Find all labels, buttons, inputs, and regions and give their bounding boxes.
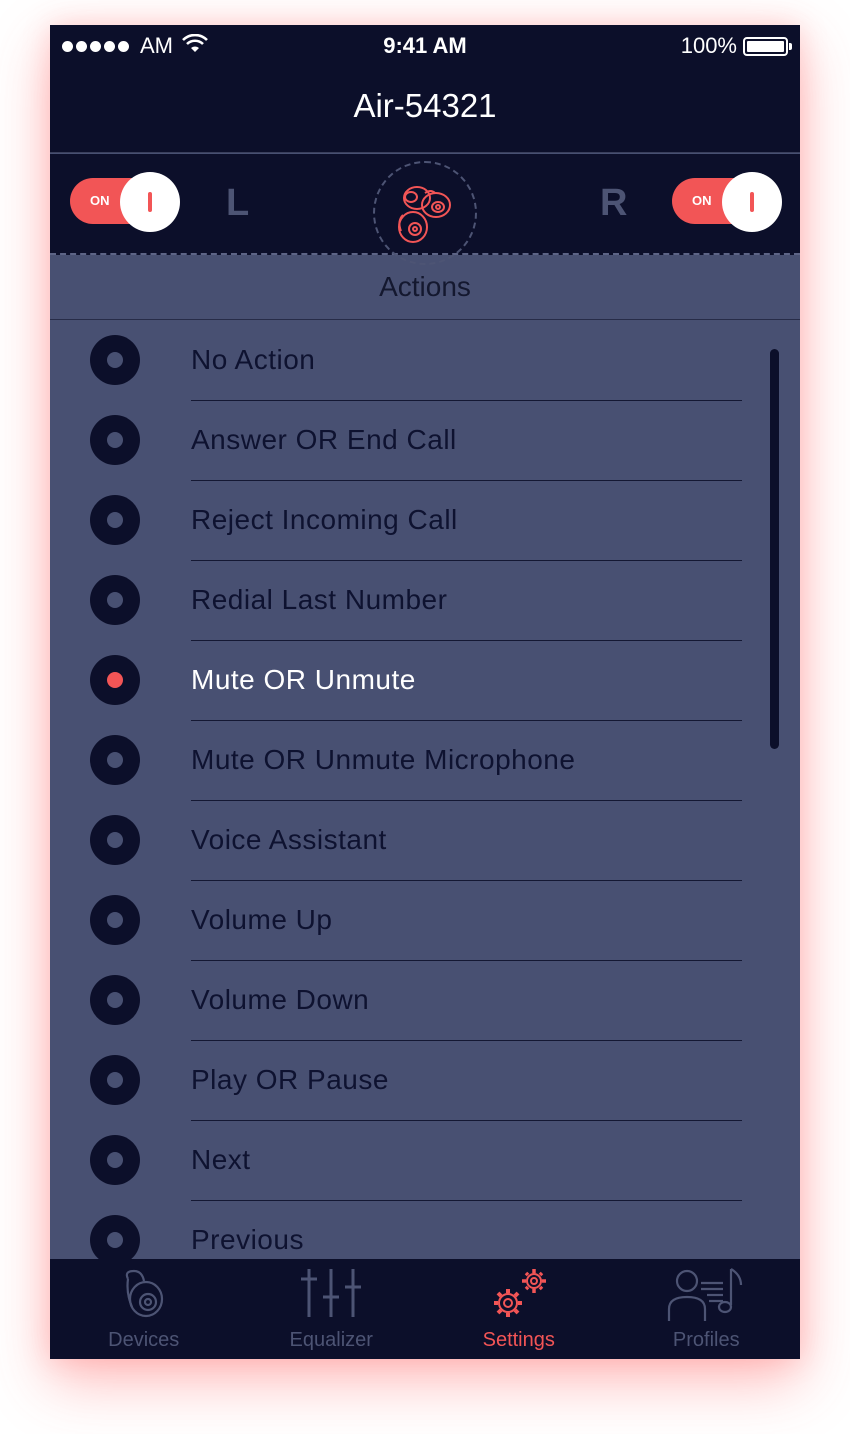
tab-label: Settings: [482, 1329, 555, 1351]
tab-bar: Devices Equalizer Settings Profiles: [50, 1259, 800, 1359]
action-option[interactable]: No Action: [50, 321, 800, 401]
radio-indicator: [107, 592, 123, 608]
action-option-label: Voice Assistant: [191, 824, 387, 855]
radio-indicator: [107, 752, 123, 768]
right-earbud-toggle[interactable]: ON: [672, 172, 782, 232]
navigation-bar: Air-54321: [50, 65, 800, 153]
action-option-label: Answer OR End Call: [191, 424, 457, 455]
radio-indicator: [107, 832, 123, 848]
action-option-label: Mute OR Unmute Microphone: [191, 744, 576, 775]
action-option[interactable]: Mute OR Unmute Microphone: [50, 721, 800, 801]
action-option[interactable]: Play OR Pause: [50, 1041, 800, 1121]
status-right: 100%: [680, 33, 792, 59]
tab-label: Devices: [108, 1329, 180, 1351]
action-option-label: Mute OR Unmute: [191, 664, 416, 695]
right-toggle-knob[interactable]: [722, 172, 782, 232]
radio-indicator: [107, 1072, 123, 1088]
action-option-label: No Action: [191, 344, 316, 375]
right-side-label: R: [600, 182, 628, 224]
action-option[interactable]: Mute OR Unmute: [50, 641, 800, 721]
phone-screen: AM 9:41 AM 100% Air-54321 ON L R ON Acti…: [50, 25, 800, 1359]
tab-label: Equalizer: [289, 1329, 373, 1351]
radio-button[interactable]: [90, 575, 140, 625]
radio-button[interactable]: [90, 415, 140, 465]
radio-button[interactable]: [90, 1055, 140, 1105]
device-selector: ON L R ON: [50, 154, 800, 265]
radio-button[interactable]: [90, 1215, 140, 1259]
radio-indicator: [107, 672, 123, 688]
radio-indicator: [107, 352, 123, 368]
action-option[interactable]: Next: [50, 1121, 800, 1201]
tab-equalizer[interactable]: Equalizer: [238, 1259, 426, 1359]
battery-percent: 100%: [680, 33, 737, 58]
radio-button[interactable]: [90, 655, 140, 705]
earbud-icon: [114, 1263, 174, 1328]
tab-profiles[interactable]: Profiles: [613, 1259, 801, 1359]
left-toggle-knob[interactable]: [120, 172, 180, 232]
radio-indicator: [107, 992, 123, 1008]
tab-settings[interactable]: Settings: [425, 1259, 613, 1359]
status-bar: AM 9:41 AM 100%: [50, 25, 800, 65]
radio-indicator: [107, 432, 123, 448]
actions-list[interactable]: No Action Answer OR End Call Reject Incomi…: [50, 321, 800, 1259]
radio-indicator: [107, 1232, 123, 1248]
tab-devices[interactable]: Devices: [50, 1259, 238, 1359]
radio-button[interactable]: [90, 895, 140, 945]
action-option-label: Previous: [191, 1224, 304, 1255]
action-option[interactable]: Reject Incoming Call: [50, 481, 800, 561]
equalizer-icon: [291, 1263, 371, 1328]
left-side-label: L: [226, 182, 250, 224]
battery-icon: [743, 36, 792, 56]
radio-button[interactable]: [90, 975, 140, 1025]
radio-indicator: [107, 912, 123, 928]
radio-button[interactable]: [90, 735, 140, 785]
action-option-label: Volume Down: [191, 984, 370, 1015]
action-option[interactable]: Redial Last Number: [50, 561, 800, 641]
gears-icon: [484, 1263, 554, 1330]
list-scrollbar[interactable]: [770, 349, 779, 749]
radio-indicator: [107, 512, 123, 528]
action-option-label: Next: [191, 1144, 251, 1175]
radio-button[interactable]: [90, 815, 140, 865]
radio-indicator: [107, 1152, 123, 1168]
action-option[interactable]: Answer OR End Call: [50, 401, 800, 481]
profile-music-icon: [661, 1263, 751, 1330]
action-option[interactable]: Previous: [50, 1201, 800, 1259]
radio-button[interactable]: [90, 495, 140, 545]
action-option[interactable]: Volume Down: [50, 961, 800, 1041]
action-option[interactable]: Volume Up: [50, 881, 800, 961]
actions-section-header: Actions: [50, 257, 800, 320]
action-option-label: Volume Up: [191, 904, 333, 935]
left-earbud-toggle[interactable]: ON: [70, 172, 180, 232]
tab-label: Profiles: [672, 1329, 740, 1351]
page-title: Air-54321: [353, 87, 497, 124]
action-option-label: Redial Last Number: [191, 584, 448, 615]
right-toggle-label: ON: [692, 193, 712, 208]
radio-button[interactable]: [90, 335, 140, 385]
earbuds-icon[interactable]: [373, 161, 477, 265]
action-option-label: Reject Incoming Call: [191, 504, 458, 535]
radio-button[interactable]: [90, 1135, 140, 1185]
action-option-label: Play OR Pause: [191, 1064, 389, 1095]
action-option[interactable]: Voice Assistant: [50, 801, 800, 881]
left-toggle-label: ON: [90, 193, 110, 208]
